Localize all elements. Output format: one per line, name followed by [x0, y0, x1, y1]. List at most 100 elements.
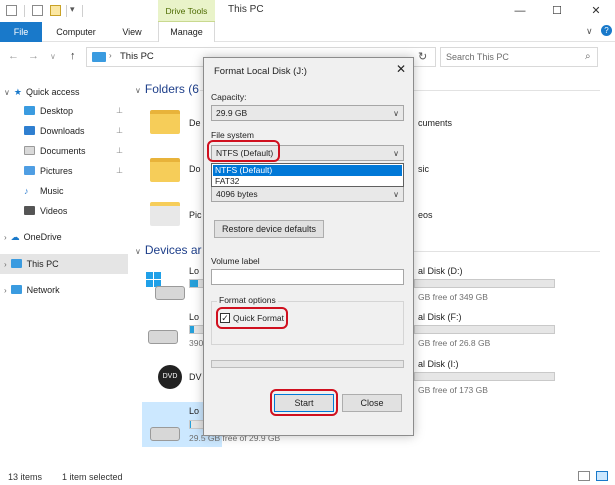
pin-icon[interactable]: ⊥: [116, 126, 123, 135]
address-path: This PC: [120, 51, 154, 62]
folder-label[interactable]: eos: [418, 210, 433, 220]
close-window-button[interactable]: ✕: [584, 2, 608, 20]
this-pc-icon: [92, 52, 106, 62]
drive-name[interactable]: Lo: [189, 266, 199, 276]
sidebar-item-videos[interactable]: Videos: [24, 202, 67, 220]
folder-label[interactable]: cuments: [418, 118, 452, 128]
allocation-unit-select[interactable]: 4096 bytes ∨: [211, 186, 404, 202]
drive-name[interactable]: Lo: [189, 312, 199, 322]
restore-defaults-button[interactable]: Restore device defaults: [214, 220, 324, 238]
close-button[interactable]: Close: [342, 394, 402, 412]
file-system-label: File system: [211, 130, 254, 140]
highlight-ring: [270, 389, 338, 416]
file-system-option[interactable]: FAT32: [213, 176, 402, 187]
breadcrumb-separator-icon[interactable]: ›: [109, 51, 112, 60]
capacity-select[interactable]: 29.9 GB ∨: [211, 105, 404, 121]
tab-file[interactable]: File: [0, 22, 42, 42]
sidebar-item-label: Videos: [40, 206, 68, 216]
folders-section-heading[interactable]: ∨ Folders (6: [135, 82, 199, 96]
devices-section-heading[interactable]: ∨ Devices ar: [135, 243, 202, 257]
dvd-drive-icon[interactable]: DVD: [158, 365, 182, 389]
volume-label-label: Volume label: [211, 256, 260, 266]
star-icon: ★: [13, 87, 22, 97]
refresh-icon[interactable]: ↻: [418, 50, 427, 63]
drive-name[interactable]: al Disk (D:): [418, 266, 463, 276]
volume-label-input[interactable]: [211, 269, 404, 285]
tab-computer[interactable]: Computer: [50, 22, 102, 42]
sidebar-item-quick-access[interactable]: ∨ ★ Quick access: [4, 83, 79, 101]
tab-view[interactable]: View: [112, 22, 152, 42]
sidebar-item-documents[interactable]: Documents: [24, 142, 86, 160]
drive-name[interactable]: Lo: [189, 406, 199, 416]
file-system-option[interactable]: NTFS (Default): [213, 165, 402, 176]
sidebar-item-pictures[interactable]: Pictures: [24, 162, 73, 180]
navigation-pane: ∨ ★ Quick access Desktop Downloads Documen…: [0, 75, 128, 465]
folder-icon: [6, 5, 17, 16]
highlight-ring: [207, 140, 280, 162]
format-options-label: Format options: [217, 295, 278, 305]
expand-chevron-icon[interactable]: ›: [4, 233, 7, 242]
drive-usage-bar: [414, 372, 555, 381]
drive-usage-bar: [414, 279, 555, 288]
sidebar-item-downloads[interactable]: Downloads: [24, 122, 85, 140]
separator: [66, 5, 67, 17]
expand-ribbon-chevron-icon[interactable]: ∨: [586, 26, 593, 37]
window-title: This PC: [228, 4, 264, 15]
details-view-icon[interactable]: [578, 471, 590, 481]
folder-icon[interactable]: [150, 110, 180, 134]
sidebar-item-desktop[interactable]: Desktop: [24, 102, 73, 120]
chevron-down-icon: ∨: [393, 149, 399, 158]
hard-drive-icon[interactable]: [155, 286, 185, 300]
customize-quick-access-icon[interactable]: ▾: [70, 4, 75, 15]
tab-manage[interactable]: Manage: [158, 22, 215, 42]
properties-icon[interactable]: [32, 5, 43, 16]
pin-icon[interactable]: ⊥: [116, 166, 123, 175]
pin-icon[interactable]: ⊥: [116, 106, 123, 115]
search-input[interactable]: Search This PC: [440, 47, 598, 67]
hard-drive-icon[interactable]: [148, 330, 178, 344]
new-folder-icon[interactable]: [50, 5, 61, 16]
capacity-label: Capacity:: [211, 92, 247, 102]
dialog-close-icon[interactable]: ✕: [394, 62, 408, 76]
selection-count: 1 item selected: [62, 472, 123, 482]
large-icons-view-icon[interactable]: [596, 471, 608, 481]
folder-label[interactable]: sic: [418, 164, 429, 174]
sidebar-item-label: Quick access: [25, 87, 80, 97]
sidebar-item-network[interactable]: › Network: [4, 281, 60, 299]
recent-locations-chevron-icon[interactable]: ∨: [50, 52, 56, 61]
drive-name[interactable]: al Disk (F:): [418, 312, 462, 322]
minimize-button[interactable]: —: [508, 2, 532, 20]
expand-chevron-icon[interactable]: ∨: [4, 88, 10, 97]
search-icon: ⌕: [585, 51, 591, 62]
sidebar-item-label: Network: [26, 285, 60, 295]
sidebar-item-onedrive[interactable]: › ☁ OneDrive: [4, 228, 62, 246]
pictures-folder-icon[interactable]: [150, 202, 180, 226]
sidebar-item-this-pc[interactable]: › This PC: [4, 255, 59, 273]
drive-name[interactable]: DV: [189, 372, 202, 382]
pin-icon[interactable]: ⊥: [116, 146, 123, 155]
format-progress-bar: [211, 360, 404, 368]
folder-label[interactable]: Pic: [189, 210, 202, 220]
drive-name[interactable]: al Disk (I:): [418, 359, 459, 369]
cloud-icon: ☁: [10, 232, 20, 242]
highlight-ring: [216, 307, 288, 329]
status-bar: 13 items 1 item selected: [0, 468, 615, 485]
back-arrow-icon[interactable]: ←: [8, 50, 19, 62]
forward-arrow-icon[interactable]: →: [28, 50, 39, 62]
up-arrow-icon[interactable]: ↑: [70, 50, 76, 62]
help-icon[interactable]: ?: [601, 25, 612, 36]
chevron-down-icon: ∨: [393, 190, 399, 199]
drive-free-space: GB free of 173 GB: [418, 385, 488, 395]
folder-label[interactable]: De: [189, 118, 201, 128]
network-icon: [10, 285, 22, 294]
sidebar-item-music[interactable]: ♪ Music: [24, 182, 64, 200]
separator: [82, 5, 83, 17]
folder-label[interactable]: Do: [189, 164, 201, 174]
folder-icon[interactable]: [150, 158, 180, 182]
hard-drive-icon[interactable]: [150, 427, 180, 441]
maximize-button[interactable]: ☐: [545, 2, 569, 20]
downloads-icon: [24, 126, 35, 135]
dialog-title: Format Local Disk (J:): [214, 66, 307, 77]
expand-chevron-icon[interactable]: ›: [4, 286, 7, 295]
expand-chevron-icon[interactable]: ›: [4, 260, 7, 269]
